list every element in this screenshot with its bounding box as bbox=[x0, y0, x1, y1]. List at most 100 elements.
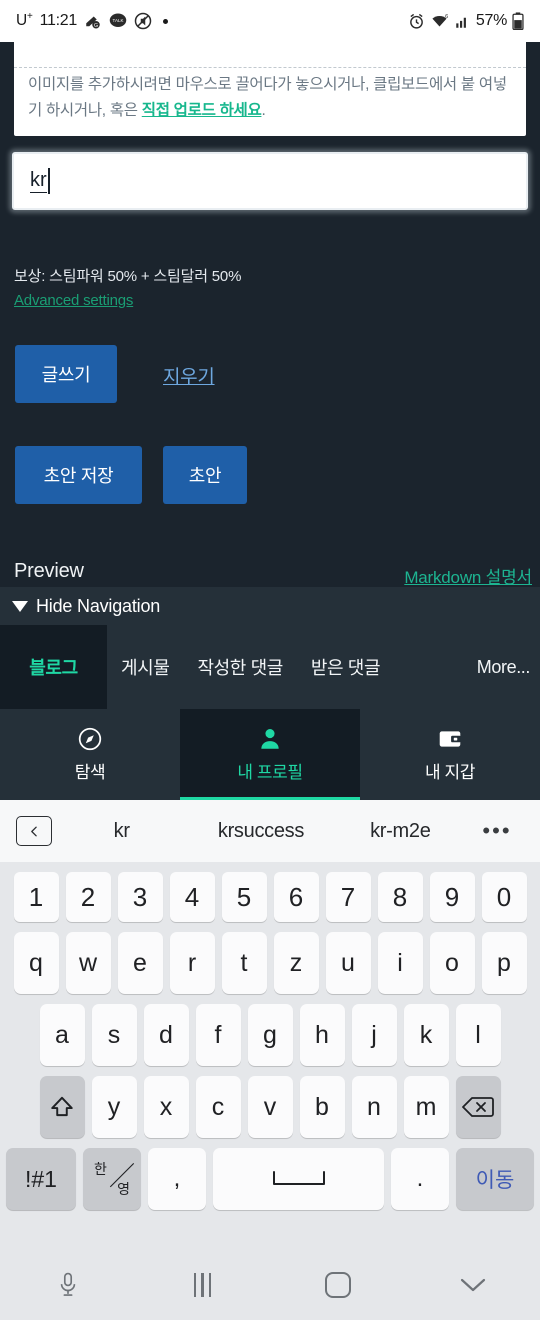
key-t[interactable]: t bbox=[221, 932, 267, 994]
advanced-settings-link[interactable]: Advanced settings bbox=[14, 292, 133, 309]
key-x[interactable]: x bbox=[143, 1076, 189, 1138]
suggestion-1[interactable]: kr bbox=[52, 820, 191, 843]
suggestion-3[interactable]: kr-m2e bbox=[331, 820, 470, 843]
text-caret bbox=[47, 168, 50, 194]
key-g[interactable]: g bbox=[247, 1004, 293, 1066]
key-2[interactable]: 2 bbox=[65, 872, 111, 922]
key-s[interactable]: s bbox=[91, 1004, 137, 1066]
key-o[interactable]: o bbox=[429, 932, 475, 994]
backspace-icon[interactable] bbox=[455, 1076, 501, 1138]
key-u[interactable]: u bbox=[325, 932, 371, 994]
key-d[interactable]: d bbox=[143, 1004, 189, 1066]
bottom-nav-wallet[interactable]: 내 지갑 bbox=[360, 709, 540, 800]
language-yeong-label: 영 bbox=[117, 1181, 130, 1197]
editor-divider bbox=[14, 67, 526, 68]
key-z[interactable]: z bbox=[273, 932, 319, 994]
key-8[interactable]: 8 bbox=[377, 872, 423, 922]
home-square bbox=[324, 1272, 351, 1298]
key-5[interactable]: 5 bbox=[221, 872, 267, 922]
home-icon[interactable] bbox=[270, 1272, 405, 1298]
key-p[interactable]: p bbox=[481, 932, 527, 994]
image-upload-hint: 이미지를 추가하시려면 마우스로 끌어다가 놓으시거나, 클립보드에서 붙 여넣… bbox=[28, 72, 514, 124]
bottom-nav-profile[interactable]: 내 프로필 bbox=[180, 709, 360, 800]
key-q[interactable]: q bbox=[13, 932, 59, 994]
bottom-nav-profile-label: 내 프로필 bbox=[237, 763, 303, 782]
key-1[interactable]: 1 bbox=[13, 872, 59, 922]
tab-received-comments-label: 받은 댓글 bbox=[310, 658, 381, 678]
battery-percent-label: 57% bbox=[475, 12, 507, 29]
svg-text:G: G bbox=[94, 23, 98, 29]
bottom-nav-explore[interactable]: 탐색 bbox=[0, 709, 180, 800]
suggestion-2[interactable]: krsuccess bbox=[191, 820, 330, 843]
key-4[interactable]: 4 bbox=[169, 872, 215, 922]
on-screen-keyboard: kr krsuccess kr-m2e ••• 1 2 3 4 5 6 7 8 … bbox=[0, 800, 540, 1250]
status-bar: U+ 11:21 G TALK 6 57% bbox=[0, 0, 540, 42]
space-bar-icon[interactable] bbox=[213, 1148, 384, 1210]
key-k[interactable]: k bbox=[403, 1004, 449, 1066]
key-r[interactable]: r bbox=[169, 932, 215, 994]
chevron-down-icon[interactable] bbox=[405, 1276, 540, 1294]
tab-posts-label: 게시물 bbox=[121, 658, 170, 678]
key-comma[interactable]: , bbox=[148, 1148, 206, 1210]
key-m[interactable]: m bbox=[403, 1076, 449, 1138]
shift-arrow-icon[interactable] bbox=[39, 1076, 85, 1138]
key-n[interactable]: n bbox=[351, 1076, 397, 1138]
markdown-guide-link[interactable]: Markdown 설명서 bbox=[404, 563, 532, 588]
go-key[interactable]: 이동 bbox=[456, 1148, 534, 1210]
tab-written-comments[interactable]: 작성한 댓글 bbox=[183, 625, 296, 709]
key-w[interactable]: w bbox=[65, 932, 111, 994]
key-6[interactable]: 6 bbox=[273, 872, 319, 922]
key-0[interactable]: 0 bbox=[481, 872, 527, 922]
overflow-dots-icon[interactable]: ••• bbox=[470, 818, 524, 844]
upload-hint-line2b: . bbox=[261, 102, 266, 119]
wallet-icon bbox=[437, 726, 463, 752]
symbols-key[interactable]: !#1 bbox=[6, 1148, 76, 1210]
tab-posts[interactable]: 게시물 bbox=[107, 625, 183, 709]
tab-more[interactable]: More... bbox=[463, 625, 540, 709]
hide-navigation-toggle[interactable]: Hide Navigation bbox=[0, 587, 540, 625]
key-e[interactable]: e bbox=[117, 932, 163, 994]
key-l[interactable]: l bbox=[455, 1004, 501, 1066]
key-7[interactable]: 7 bbox=[325, 872, 371, 922]
reward-label: 보상: 스팀파워 50% + 스팀달러 50% bbox=[14, 268, 242, 285]
key-9[interactable]: 9 bbox=[429, 872, 475, 922]
tab-received-comments[interactable]: 받은 댓글 bbox=[297, 625, 394, 709]
key-j[interactable]: j bbox=[351, 1004, 397, 1066]
upload-hint-line1: 이미지를 추가하시려면 마우스로 끌어다가 놓으시거나, 클립보드에서 붙 bbox=[28, 76, 475, 93]
key-h[interactable]: h bbox=[299, 1004, 345, 1066]
clear-link[interactable]: 지우기 bbox=[163, 362, 215, 389]
recents-bars bbox=[193, 1273, 212, 1297]
person-icon bbox=[257, 726, 283, 752]
key-b[interactable]: b bbox=[299, 1076, 345, 1138]
chevron-left-icon[interactable] bbox=[16, 816, 52, 846]
recents-icon[interactable] bbox=[135, 1273, 270, 1297]
key-y[interactable]: y bbox=[91, 1076, 137, 1138]
compass-icon bbox=[77, 726, 103, 752]
tab-blog[interactable]: 블로그 bbox=[0, 625, 107, 709]
status-bar-right: 6 57% bbox=[408, 12, 524, 30]
post-button[interactable]: 글쓰기 bbox=[15, 345, 117, 403]
image-upload-area[interactable]: 이미지를 추가하시려면 마우스로 끌어다가 놓으시거나, 클립보드에서 붙 여넣… bbox=[14, 42, 526, 136]
signal-icon bbox=[454, 14, 471, 29]
key-v[interactable]: v bbox=[247, 1076, 293, 1138]
tags-input[interactable]: kr bbox=[12, 152, 528, 210]
key-c[interactable]: c bbox=[195, 1076, 241, 1138]
svg-text:TALK: TALK bbox=[113, 18, 124, 23]
preview-label: Preview bbox=[14, 560, 84, 582]
language-toggle-key[interactable]: 한 ／ 영 bbox=[83, 1148, 141, 1210]
save-draft-button[interactable]: 초안 저장 bbox=[15, 446, 142, 504]
key-f[interactable]: f bbox=[195, 1004, 241, 1066]
notification-icon: G bbox=[84, 12, 102, 30]
mute-icon bbox=[134, 12, 152, 30]
draft-button[interactable]: 초안 bbox=[163, 446, 247, 504]
key-i[interactable]: i bbox=[377, 932, 423, 994]
key-3[interactable]: 3 bbox=[117, 872, 163, 922]
key-period[interactable]: . bbox=[391, 1148, 449, 1210]
direct-upload-link[interactable]: 직접 업로드 하세요 bbox=[142, 102, 262, 119]
dot-icon bbox=[163, 18, 168, 24]
keyboard-row-4: !#1 한 ／ 영 , . 이동 bbox=[0, 1148, 540, 1210]
keyboard-row-1: q w e r t z u i o p bbox=[0, 932, 540, 994]
microphone-icon[interactable] bbox=[0, 1272, 135, 1298]
key-a[interactable]: a bbox=[39, 1004, 85, 1066]
profile-tab-bar: 블로그 게시물 작성한 댓글 받은 댓글 More... bbox=[0, 625, 540, 709]
